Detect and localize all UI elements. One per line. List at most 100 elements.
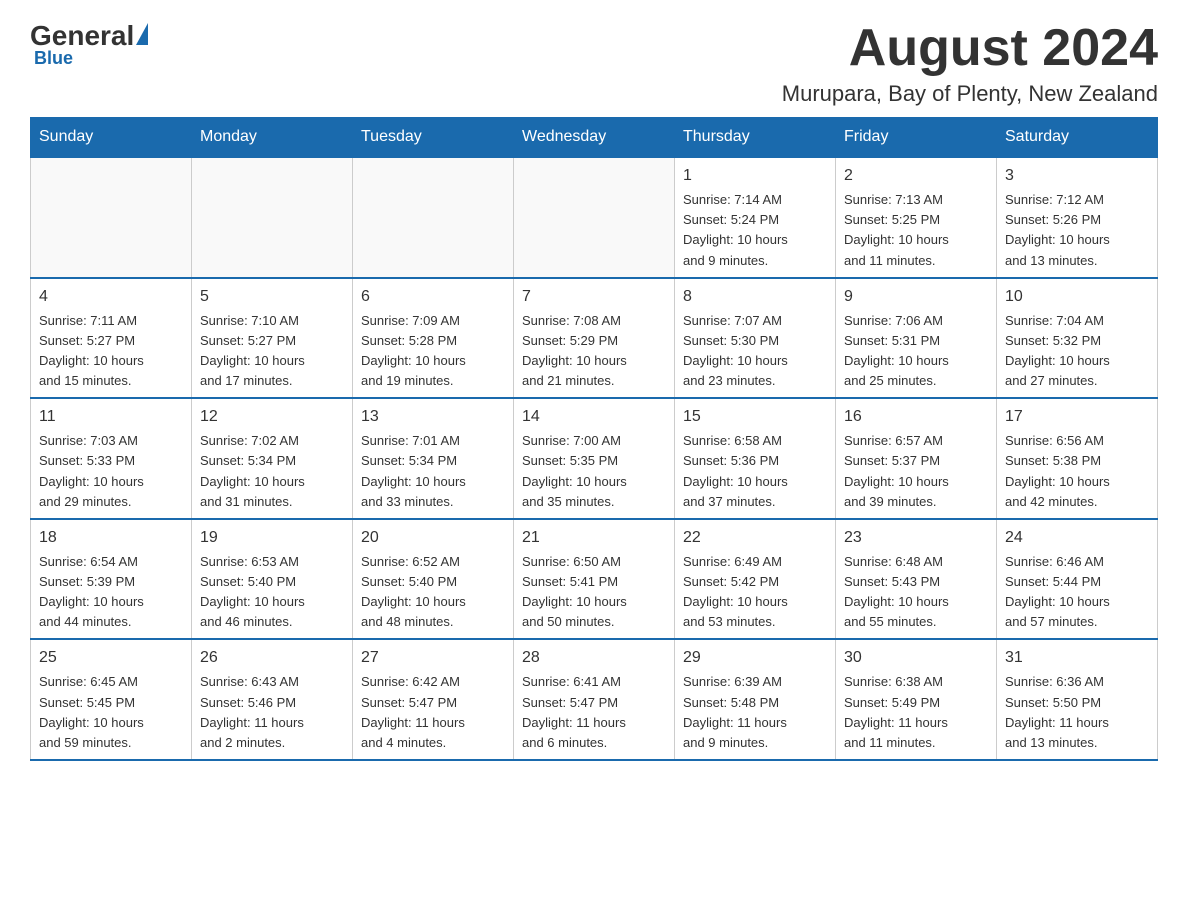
day-info: Sunrise: 6:57 AM Sunset: 5:37 PM Dayligh… (844, 431, 988, 512)
day-info: Sunrise: 7:13 AM Sunset: 5:25 PM Dayligh… (844, 190, 988, 271)
calendar-cell: 7Sunrise: 7:08 AM Sunset: 5:29 PM Daylig… (514, 278, 675, 399)
title-area: August 2024 Murupara, Bay of Plenty, New… (782, 20, 1158, 107)
day-info: Sunrise: 7:12 AM Sunset: 5:26 PM Dayligh… (1005, 190, 1149, 271)
calendar-cell: 4Sunrise: 7:11 AM Sunset: 5:27 PM Daylig… (31, 278, 192, 399)
day-info: Sunrise: 7:10 AM Sunset: 5:27 PM Dayligh… (200, 311, 344, 392)
day-info: Sunrise: 7:06 AM Sunset: 5:31 PM Dayligh… (844, 311, 988, 392)
calendar-cell: 26Sunrise: 6:43 AM Sunset: 5:46 PM Dayli… (192, 639, 353, 760)
calendar-cell: 24Sunrise: 6:46 AM Sunset: 5:44 PM Dayli… (997, 519, 1158, 640)
weekday-header-thursday: Thursday (675, 118, 836, 158)
calendar-cell: 28Sunrise: 6:41 AM Sunset: 5:47 PM Dayli… (514, 639, 675, 760)
day-info: Sunrise: 6:45 AM Sunset: 5:45 PM Dayligh… (39, 672, 183, 753)
calendar-cell: 27Sunrise: 6:42 AM Sunset: 5:47 PM Dayli… (353, 639, 514, 760)
day-number: 25 (39, 646, 183, 670)
calendar-week-row: 25Sunrise: 6:45 AM Sunset: 5:45 PM Dayli… (31, 639, 1158, 760)
logo: General Blue (30, 20, 148, 69)
day-number: 21 (522, 526, 666, 550)
day-number: 29 (683, 646, 827, 670)
day-info: Sunrise: 6:56 AM Sunset: 5:38 PM Dayligh… (1005, 431, 1149, 512)
day-number: 24 (1005, 526, 1149, 550)
calendar-cell: 23Sunrise: 6:48 AM Sunset: 5:43 PM Dayli… (836, 519, 997, 640)
weekday-header-sunday: Sunday (31, 118, 192, 158)
weekday-header-tuesday: Tuesday (353, 118, 514, 158)
calendar-cell: 17Sunrise: 6:56 AM Sunset: 5:38 PM Dayli… (997, 398, 1158, 519)
calendar-cell: 1Sunrise: 7:14 AM Sunset: 5:24 PM Daylig… (675, 157, 836, 278)
calendar-cell: 21Sunrise: 6:50 AM Sunset: 5:41 PM Dayli… (514, 519, 675, 640)
day-number: 26 (200, 646, 344, 670)
day-info: Sunrise: 6:49 AM Sunset: 5:42 PM Dayligh… (683, 552, 827, 633)
day-number: 12 (200, 405, 344, 429)
calendar-week-row: 11Sunrise: 7:03 AM Sunset: 5:33 PM Dayli… (31, 398, 1158, 519)
day-info: Sunrise: 6:54 AM Sunset: 5:39 PM Dayligh… (39, 552, 183, 633)
day-info: Sunrise: 6:53 AM Sunset: 5:40 PM Dayligh… (200, 552, 344, 633)
day-number: 20 (361, 526, 505, 550)
day-number: 17 (1005, 405, 1149, 429)
calendar-cell (353, 157, 514, 278)
day-number: 7 (522, 285, 666, 309)
day-number: 2 (844, 164, 988, 188)
day-number: 9 (844, 285, 988, 309)
day-info: Sunrise: 6:39 AM Sunset: 5:48 PM Dayligh… (683, 672, 827, 753)
day-number: 19 (200, 526, 344, 550)
calendar-cell: 12Sunrise: 7:02 AM Sunset: 5:34 PM Dayli… (192, 398, 353, 519)
day-info: Sunrise: 7:04 AM Sunset: 5:32 PM Dayligh… (1005, 311, 1149, 392)
logo-triangle-icon (136, 23, 148, 45)
day-info: Sunrise: 7:01 AM Sunset: 5:34 PM Dayligh… (361, 431, 505, 512)
calendar-week-row: 4Sunrise: 7:11 AM Sunset: 5:27 PM Daylig… (31, 278, 1158, 399)
calendar-cell: 18Sunrise: 6:54 AM Sunset: 5:39 PM Dayli… (31, 519, 192, 640)
day-number: 30 (844, 646, 988, 670)
day-info: Sunrise: 6:41 AM Sunset: 5:47 PM Dayligh… (522, 672, 666, 753)
calendar-cell: 3Sunrise: 7:12 AM Sunset: 5:26 PM Daylig… (997, 157, 1158, 278)
day-info: Sunrise: 6:46 AM Sunset: 5:44 PM Dayligh… (1005, 552, 1149, 633)
day-number: 4 (39, 285, 183, 309)
calendar-cell (31, 157, 192, 278)
day-info: Sunrise: 7:09 AM Sunset: 5:28 PM Dayligh… (361, 311, 505, 392)
calendar-cell: 25Sunrise: 6:45 AM Sunset: 5:45 PM Dayli… (31, 639, 192, 760)
calendar-week-row: 1Sunrise: 7:14 AM Sunset: 5:24 PM Daylig… (31, 157, 1158, 278)
calendar-cell: 19Sunrise: 6:53 AM Sunset: 5:40 PM Dayli… (192, 519, 353, 640)
day-number: 16 (844, 405, 988, 429)
calendar-cell: 30Sunrise: 6:38 AM Sunset: 5:49 PM Dayli… (836, 639, 997, 760)
calendar-header-row: SundayMondayTuesdayWednesdayThursdayFrid… (31, 118, 1158, 158)
weekday-header-saturday: Saturday (997, 118, 1158, 158)
calendar-cell: 13Sunrise: 7:01 AM Sunset: 5:34 PM Dayli… (353, 398, 514, 519)
calendar-table: SundayMondayTuesdayWednesdayThursdayFrid… (30, 117, 1158, 761)
weekday-header-monday: Monday (192, 118, 353, 158)
day-info: Sunrise: 7:08 AM Sunset: 5:29 PM Dayligh… (522, 311, 666, 392)
day-number: 8 (683, 285, 827, 309)
day-number: 28 (522, 646, 666, 670)
calendar-cell: 14Sunrise: 7:00 AM Sunset: 5:35 PM Dayli… (514, 398, 675, 519)
month-title: August 2024 (782, 20, 1158, 77)
calendar-cell (192, 157, 353, 278)
location-title: Murupara, Bay of Plenty, New Zealand (782, 81, 1158, 107)
weekday-header-wednesday: Wednesday (514, 118, 675, 158)
day-number: 5 (200, 285, 344, 309)
calendar-cell: 9Sunrise: 7:06 AM Sunset: 5:31 PM Daylig… (836, 278, 997, 399)
day-number: 13 (361, 405, 505, 429)
calendar-cell: 31Sunrise: 6:36 AM Sunset: 5:50 PM Dayli… (997, 639, 1158, 760)
day-number: 22 (683, 526, 827, 550)
day-info: Sunrise: 6:50 AM Sunset: 5:41 PM Dayligh… (522, 552, 666, 633)
day-info: Sunrise: 7:07 AM Sunset: 5:30 PM Dayligh… (683, 311, 827, 392)
calendar-cell: 8Sunrise: 7:07 AM Sunset: 5:30 PM Daylig… (675, 278, 836, 399)
day-info: Sunrise: 7:00 AM Sunset: 5:35 PM Dayligh… (522, 431, 666, 512)
day-number: 6 (361, 285, 505, 309)
day-info: Sunrise: 6:42 AM Sunset: 5:47 PM Dayligh… (361, 672, 505, 753)
day-number: 3 (1005, 164, 1149, 188)
weekday-header-friday: Friday (836, 118, 997, 158)
calendar-cell: 10Sunrise: 7:04 AM Sunset: 5:32 PM Dayli… (997, 278, 1158, 399)
day-number: 18 (39, 526, 183, 550)
day-number: 10 (1005, 285, 1149, 309)
day-number: 31 (1005, 646, 1149, 670)
day-info: Sunrise: 6:48 AM Sunset: 5:43 PM Dayligh… (844, 552, 988, 633)
calendar-cell: 20Sunrise: 6:52 AM Sunset: 5:40 PM Dayli… (353, 519, 514, 640)
calendar-week-row: 18Sunrise: 6:54 AM Sunset: 5:39 PM Dayli… (31, 519, 1158, 640)
calendar-cell: 6Sunrise: 7:09 AM Sunset: 5:28 PM Daylig… (353, 278, 514, 399)
day-number: 11 (39, 405, 183, 429)
calendar-cell: 5Sunrise: 7:10 AM Sunset: 5:27 PM Daylig… (192, 278, 353, 399)
day-info: Sunrise: 7:11 AM Sunset: 5:27 PM Dayligh… (39, 311, 183, 392)
day-number: 14 (522, 405, 666, 429)
day-info: Sunrise: 6:58 AM Sunset: 5:36 PM Dayligh… (683, 431, 827, 512)
day-info: Sunrise: 7:02 AM Sunset: 5:34 PM Dayligh… (200, 431, 344, 512)
calendar-cell: 11Sunrise: 7:03 AM Sunset: 5:33 PM Dayli… (31, 398, 192, 519)
